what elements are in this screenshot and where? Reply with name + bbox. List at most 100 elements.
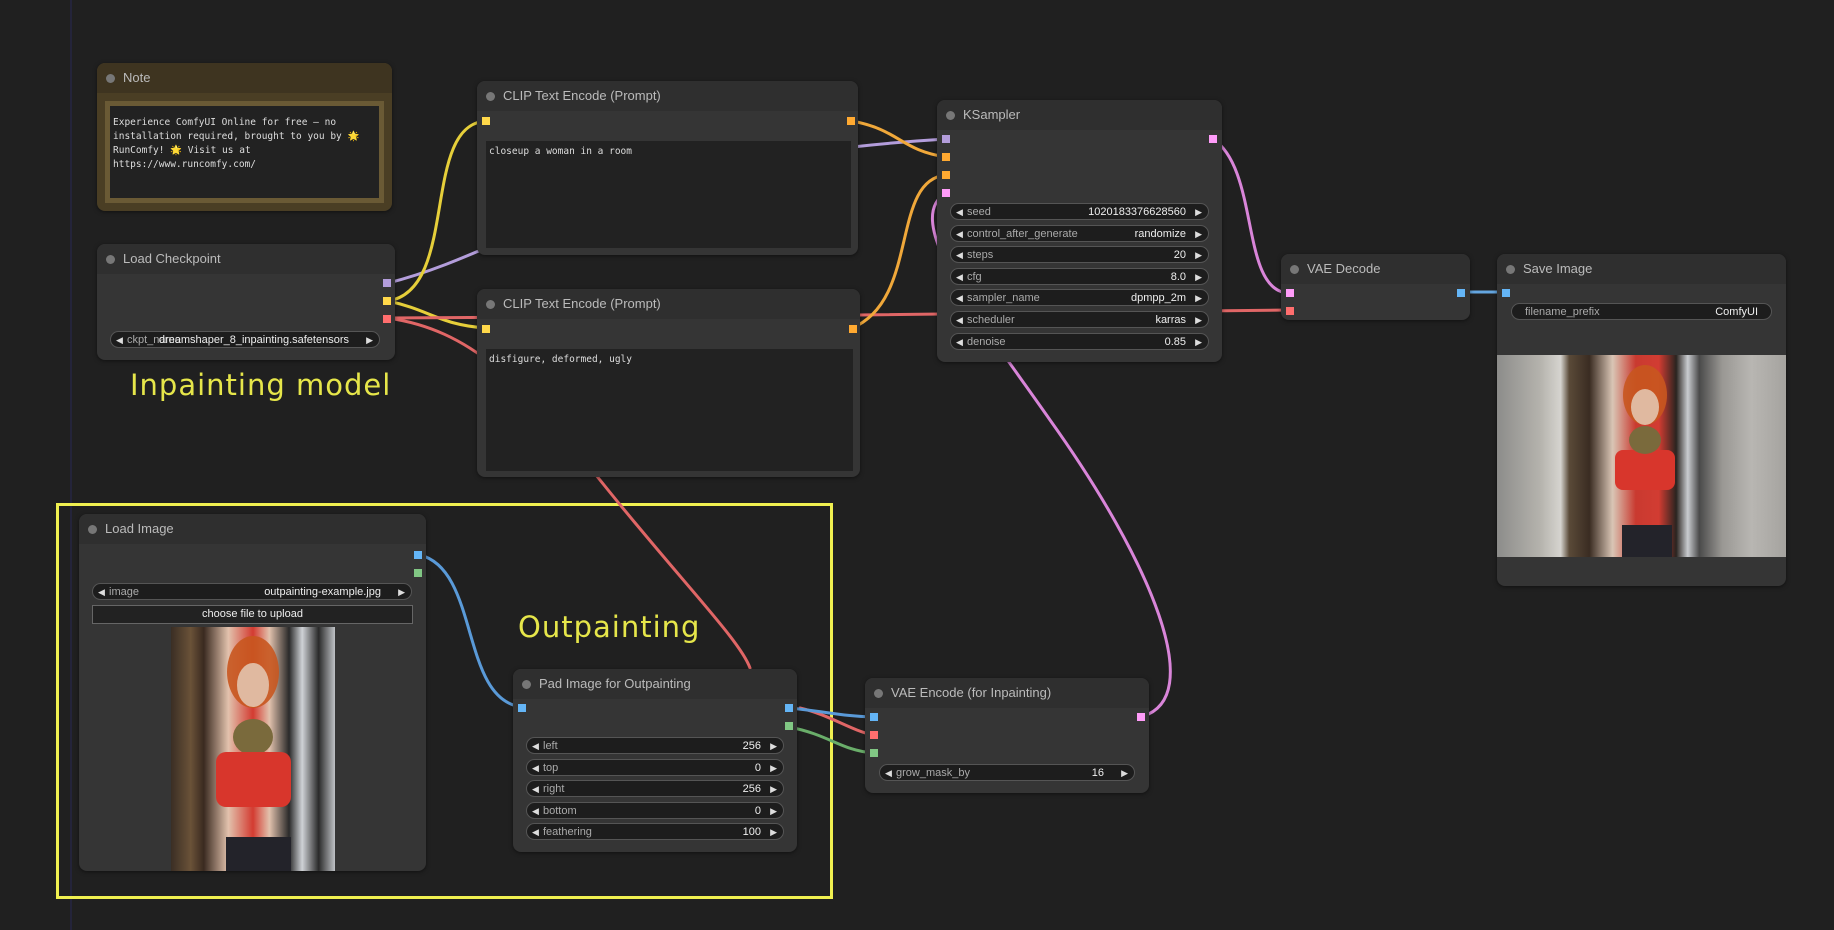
collapse-dot-icon[interactable] bbox=[946, 111, 955, 120]
output-slot-image[interactable] bbox=[785, 704, 793, 712]
output-slot-conditioning[interactable] bbox=[849, 325, 857, 333]
widget-row[interactable]: ◀ feathering 100 ▶ bbox=[526, 823, 784, 841]
decrement-arrow-icon[interactable]: ◀ bbox=[532, 824, 539, 841]
node-clip-text-encode-negative[interactable]: CLIP Text Encode (Prompt) disfigure, def… bbox=[477, 289, 860, 477]
decrement-arrow-icon[interactable]: ◀ bbox=[532, 781, 539, 798]
decrement-arrow-icon[interactable]: ◀ bbox=[532, 760, 539, 777]
decrement-arrow-icon[interactable]: ◀ bbox=[885, 765, 892, 782]
decrement-arrow-icon[interactable]: ◀ bbox=[956, 312, 963, 329]
node-load-image[interactable]: Load Image ◀ image outpainting-example.j… bbox=[79, 514, 426, 871]
collapse-dot-icon[interactable] bbox=[1506, 265, 1515, 274]
collapse-dot-icon[interactable] bbox=[1290, 265, 1299, 274]
collapse-dot-icon[interactable] bbox=[522, 680, 531, 689]
node-title[interactable]: Save Image bbox=[1497, 254, 1786, 284]
node-title[interactable]: CLIP Text Encode (Prompt) bbox=[477, 81, 858, 111]
decrement-arrow-icon[interactable]: ◀ bbox=[956, 226, 963, 243]
prompt-textarea[interactable]: disfigure, deformed, ugly bbox=[486, 349, 853, 471]
input-slot-model[interactable] bbox=[942, 135, 950, 143]
collapse-dot-icon[interactable] bbox=[88, 525, 97, 534]
output-image-preview[interactable] bbox=[1497, 355, 1786, 557]
widget-row[interactable]: ◀ top 0 ▶ bbox=[526, 758, 784, 777]
input-slot-latent-image[interactable] bbox=[942, 189, 950, 197]
node-ksampler[interactable]: KSampler ◀ seed 1020183376628560 ▶ ◀ control_… bbox=[937, 100, 1222, 362]
decrement-arrow-icon[interactable]: ◀ bbox=[956, 290, 963, 307]
node-title[interactable]: VAE Decode bbox=[1281, 254, 1470, 284]
increment-arrow-icon[interactable]: ▶ bbox=[770, 824, 777, 841]
node-title[interactable]: CLIP Text Encode (Prompt) bbox=[477, 289, 860, 319]
decrement-arrow-icon[interactable]: ◀ bbox=[532, 803, 539, 820]
input-slot-vae[interactable] bbox=[1286, 307, 1294, 315]
decrement-arrow-icon[interactable]: ◀ bbox=[532, 738, 539, 755]
input-slot-negative[interactable] bbox=[942, 171, 950, 179]
input-slot-positive[interactable] bbox=[942, 153, 950, 161]
prompt-textarea[interactable]: closeup a woman in a room bbox=[486, 141, 851, 248]
increment-arrow-icon[interactable]: ▶ bbox=[398, 584, 405, 601]
increment-arrow-icon[interactable]: ▶ bbox=[1195, 226, 1202, 243]
increment-arrow-icon[interactable]: ▶ bbox=[1195, 269, 1202, 286]
input-slot-clip[interactable] bbox=[482, 117, 490, 125]
increment-arrow-icon[interactable]: ▶ bbox=[1121, 765, 1128, 782]
widget-row[interactable]: ◀ scheduler karras ▶ bbox=[950, 311, 1209, 328]
widget-row[interactable]: ◀ right 256 ▶ bbox=[526, 780, 784, 798]
increment-arrow-icon[interactable]: ▶ bbox=[770, 803, 777, 820]
widget-row[interactable]: ◀ bottom 0 ▶ bbox=[526, 801, 784, 820]
collapse-dot-icon[interactable] bbox=[486, 300, 495, 309]
output-slot-latent[interactable] bbox=[1209, 135, 1217, 143]
widget-row[interactable]: ◀ denoise 0.85 ▶ bbox=[950, 332, 1209, 351]
input-slot-vae[interactable] bbox=[870, 731, 878, 739]
increment-arrow-icon[interactable]: ▶ bbox=[1195, 290, 1202, 307]
output-slot-clip[interactable] bbox=[383, 297, 391, 305]
output-slot-mask[interactable] bbox=[785, 722, 793, 730]
input-slot-image[interactable] bbox=[518, 704, 526, 712]
input-slot-pixels[interactable] bbox=[870, 713, 878, 721]
node-vae-encode-for-inpainting[interactable]: VAE Encode (for Inpainting) ◀ grow_mask_… bbox=[865, 678, 1149, 793]
widget-row[interactable]: ◀ seed 1020183376628560 ▶ bbox=[950, 203, 1209, 220]
node-title[interactable]: VAE Encode (for Inpainting) bbox=[865, 678, 1149, 708]
node-vae-decode[interactable]: VAE Decode bbox=[1281, 254, 1470, 320]
increment-arrow-icon[interactable]: ▶ bbox=[770, 760, 777, 777]
note-text[interactable]: Experience ComfyUI Online for free — no … bbox=[105, 101, 384, 203]
collapse-dot-icon[interactable] bbox=[486, 92, 495, 101]
increment-arrow-icon[interactable]: ▶ bbox=[366, 332, 373, 349]
output-slot-latent[interactable] bbox=[1137, 713, 1145, 721]
increment-arrow-icon[interactable]: ▶ bbox=[1195, 312, 1202, 329]
node-title[interactable]: Load Image bbox=[79, 514, 426, 544]
decrement-arrow-icon[interactable]: ◀ bbox=[956, 204, 963, 221]
widget-filename-prefix[interactable]: filename_prefix ComfyUI bbox=[1511, 303, 1772, 320]
node-note[interactable]: Note Experience ComfyUI Online for free … bbox=[97, 63, 392, 211]
decrement-arrow-icon[interactable]: ◀ bbox=[116, 332, 123, 349]
decrement-arrow-icon[interactable]: ◀ bbox=[956, 334, 963, 351]
increment-arrow-icon[interactable]: ▶ bbox=[1195, 247, 1202, 264]
widget-ckpt-name[interactable]: ◀ ckpt_name dreamshaper_8_inpainting.saf… bbox=[110, 331, 380, 348]
widget-row[interactable]: ◀ control_after_generate randomize ▶ bbox=[950, 224, 1209, 243]
increment-arrow-icon[interactable]: ▶ bbox=[770, 738, 777, 755]
collapse-dot-icon[interactable] bbox=[106, 255, 115, 264]
widget-image[interactable]: ◀ image outpainting-example.jpg ▶ bbox=[92, 583, 412, 600]
output-slot-vae[interactable] bbox=[383, 315, 391, 323]
output-slot-model[interactable] bbox=[383, 279, 391, 287]
widget-row[interactable]: ◀ left 256 ▶ bbox=[526, 737, 784, 754]
input-image-preview[interactable] bbox=[171, 627, 335, 871]
input-slot-samples[interactable] bbox=[1286, 289, 1294, 297]
widget-grow-mask-by[interactable]: ◀ grow_mask_by 16 ▶ bbox=[879, 764, 1135, 781]
node-pad-image-for-outpainting[interactable]: Pad Image for Outpainting ◀ left 256 ▶ ◀ top 0… bbox=[513, 669, 797, 852]
widget-row[interactable]: ◀ sampler_name dpmpp_2m ▶ bbox=[950, 289, 1209, 307]
node-title[interactable]: Note bbox=[97, 63, 392, 93]
output-slot-image[interactable] bbox=[414, 551, 422, 559]
collapse-dot-icon[interactable] bbox=[874, 689, 883, 698]
decrement-arrow-icon[interactable]: ◀ bbox=[98, 584, 105, 601]
choose-file-upload-button[interactable]: choose file to upload bbox=[92, 605, 413, 624]
node-load-checkpoint[interactable]: Load Checkpoint ◀ ckpt_name dreamshaper_… bbox=[97, 244, 395, 360]
node-clip-text-encode-positive[interactable]: CLIP Text Encode (Prompt) closeup a woma… bbox=[477, 81, 858, 255]
output-slot-image[interactable] bbox=[1457, 289, 1465, 297]
decrement-arrow-icon[interactable]: ◀ bbox=[956, 269, 963, 286]
output-slot-conditioning[interactable] bbox=[847, 117, 855, 125]
decrement-arrow-icon[interactable]: ◀ bbox=[956, 247, 963, 264]
output-slot-mask[interactable] bbox=[414, 569, 422, 577]
node-title[interactable]: Load Checkpoint bbox=[97, 244, 395, 274]
node-save-image[interactable]: Save Image filename_prefix ComfyUI bbox=[1497, 254, 1786, 586]
node-title[interactable]: Pad Image for Outpainting bbox=[513, 669, 797, 699]
input-slot-mask[interactable] bbox=[870, 749, 878, 757]
widget-row[interactable]: ◀ cfg 8.0 ▶ bbox=[950, 267, 1209, 286]
widget-row[interactable]: ◀ steps 20 ▶ bbox=[950, 246, 1209, 264]
